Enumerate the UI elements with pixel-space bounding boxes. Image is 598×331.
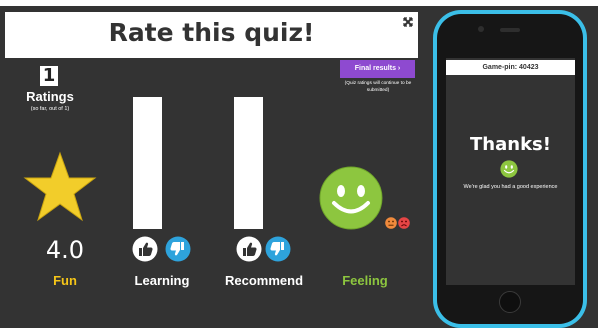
smiley-face-icon: [319, 166, 383, 230]
game-pin-bar: Game-pin: 40423: [446, 60, 575, 75]
phone-speaker: [500, 28, 520, 32]
ratings-label: Ratings: [26, 89, 74, 104]
thumbs-up-icon: [236, 236, 262, 262]
ratings-count: 1: [40, 66, 58, 86]
thanks-message: We're glad you had a good experience: [463, 184, 558, 190]
recommend-rating-bar: [234, 97, 263, 229]
neutral-face-icon: [385, 217, 397, 229]
phone-screen: Game-pin: 40423 Thanks! We're glad you h…: [446, 58, 575, 285]
phone-home-button[interactable]: [499, 291, 521, 313]
fun-score: 4.0: [45, 236, 85, 264]
final-results-note: (Quiz ratings will continue to be submit…: [344, 81, 412, 93]
recommend-label: Recommend: [224, 273, 304, 288]
title-bar: Rate this quiz!: [5, 12, 418, 58]
smiley-face-icon: [500, 160, 518, 178]
sad-face-icon: [398, 217, 410, 229]
fun-label: Fun: [53, 273, 77, 288]
game-pin: Game-pin: 40423: [482, 64, 539, 71]
feeling-label: Feeling: [342, 273, 388, 288]
star-icon: [23, 151, 97, 222]
thumbs-down-icon: [265, 236, 291, 262]
close-icon[interactable]: [402, 16, 414, 28]
page-title: Rate this quiz!: [108, 18, 315, 47]
thanks-heading: Thanks!: [470, 134, 551, 155]
thumbs-up-icon: [132, 236, 158, 262]
phone-camera: [478, 26, 484, 32]
final-results-button[interactable]: Final results ›: [340, 60, 415, 78]
ratings-subtitle: (so far, out of 1): [30, 106, 70, 112]
learning-label: Learning: [134, 273, 190, 288]
learning-rating-bar: [133, 97, 162, 229]
thumbs-down-icon: [165, 236, 191, 262]
